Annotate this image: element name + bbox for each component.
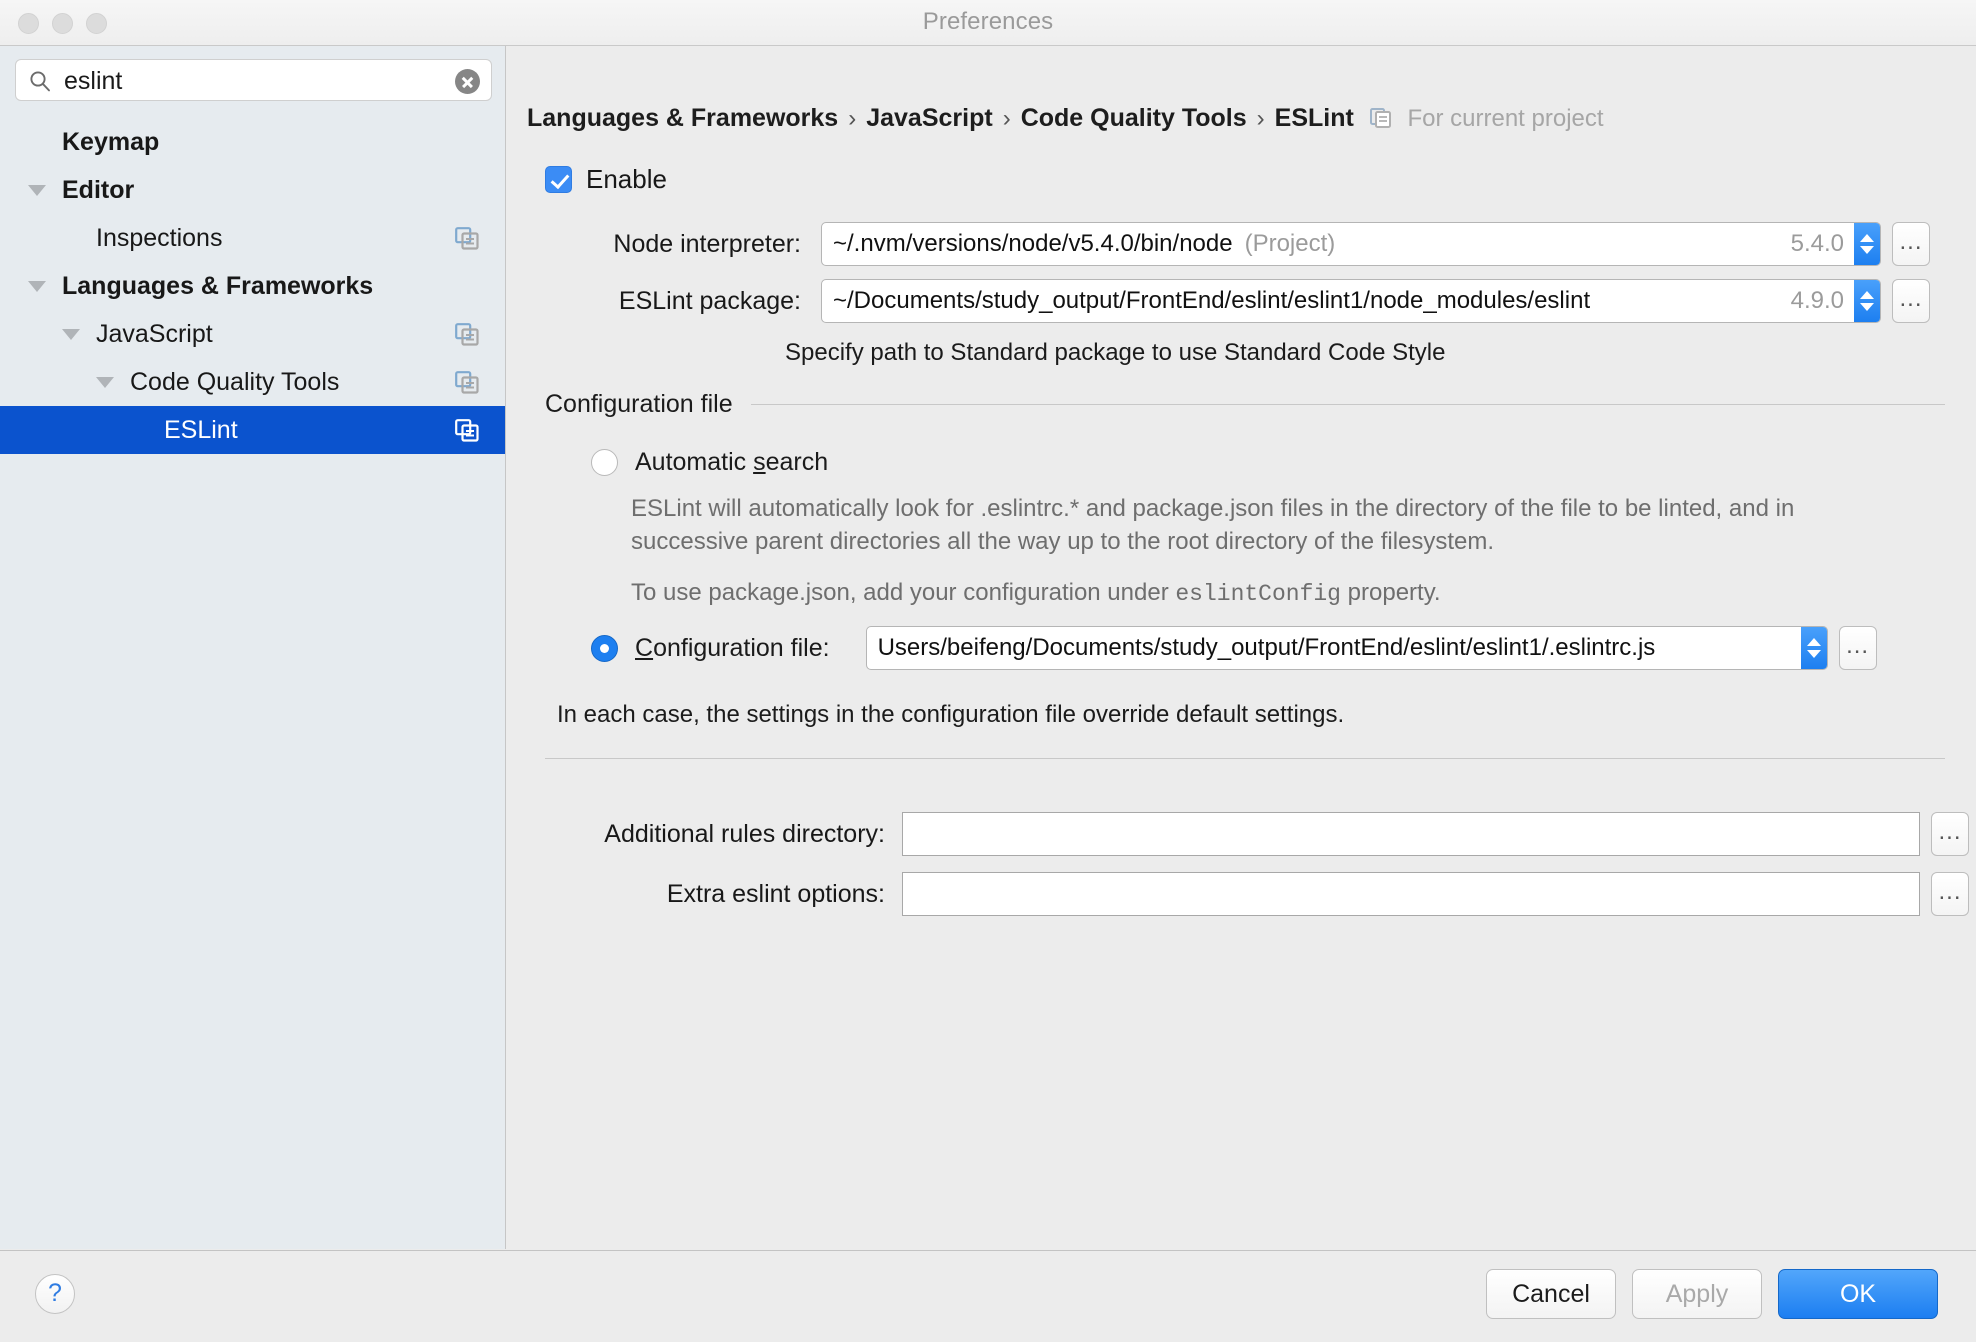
copy-settings-icon	[455, 323, 479, 346]
node-interpreter-suffix: (Project)	[1244, 230, 1336, 257]
configuration-file-value: Users/beifeng/Documents/study_output/Fro…	[877, 634, 1656, 661]
breadcrumb-separator: ›	[1002, 105, 1011, 132]
search-box[interactable]	[15, 59, 492, 102]
node-interpreter-row: Node interpreter: ~/.nvm/versions/node/v…	[545, 222, 1945, 266]
automatic-search-label: Automatic search	[635, 448, 829, 476]
node-interpreter-label: Node interpreter:	[613, 229, 801, 258]
sidebar-item-label: Code Quality Tools	[130, 367, 340, 396]
node-interpreter-version: 5.4.0	[1790, 230, 1844, 257]
sidebar-item-label: Editor	[62, 175, 135, 204]
sidebar-item-label: Languages & Frameworks	[62, 271, 374, 300]
sidebar-item-editor[interactable]: Editor	[0, 166, 505, 214]
package-json-note: To use package.json, add your configurat…	[631, 579, 1441, 607]
search-icon	[30, 71, 50, 92]
eslint-package-combo[interactable]: ~/Documents/study_output/FrontEnd/eslint…	[821, 279, 1881, 323]
settings-sidebar: Keymap Editor Inspections Languages & Frame…	[0, 46, 506, 1249]
breadcrumb-separator: ›	[1256, 105, 1265, 132]
eslint-package-label: ESLint package:	[618, 286, 801, 315]
sidebar-item-label: JavaScript	[96, 319, 213, 348]
footer-buttons: Cancel Apply OK	[1486, 1269, 1938, 1319]
settings-detail-panel: Languages & Frameworks › JavaScript › Co…	[507, 46, 1976, 1249]
sidebar-item-javascript[interactable]: JavaScript	[0, 310, 505, 358]
title-bar: Preferences	[0, 0, 1976, 46]
settings-tree: Keymap Editor Inspections Languages & Frame…	[0, 118, 505, 454]
preferences-dialog: Preferences Keymap Editor Inspections Langu…	[0, 0, 1976, 1342]
node-interpreter-stepper[interactable]	[1854, 223, 1880, 265]
extra-options-input[interactable]	[902, 872, 1920, 916]
breadcrumb-item-1[interactable]: JavaScript	[866, 104, 992, 133]
chevron-down-icon[interactable]	[96, 376, 114, 388]
additional-rules-browse-button[interactable]: ...	[1931, 812, 1969, 856]
configuration-file-radio[interactable]	[591, 634, 618, 662]
configuration-file-group-header: Configuration file	[545, 390, 1945, 419]
extra-options-browse-button[interactable]: ...	[1931, 872, 1969, 916]
project-scope-icon	[1369, 108, 1391, 128]
copy-settings-icon	[455, 371, 479, 394]
breadcrumb-separator: ›	[848, 105, 857, 132]
sidebar-item-languages-frameworks[interactable]: Languages & Frameworks	[0, 262, 505, 310]
sidebar-item-label: ESLint	[164, 415, 238, 444]
eslint-package-row: ESLint package: ~/Documents/study_output…	[545, 279, 1945, 323]
help-button[interactable]: ?	[35, 1274, 75, 1314]
window-title: Preferences	[922, 8, 1054, 35]
copy-settings-icon	[455, 419, 479, 442]
apply-button[interactable]: Apply	[1632, 1269, 1762, 1319]
sidebar-item-label: Inspections	[96, 223, 223, 252]
clear-search-icon[interactable]	[455, 69, 480, 94]
scope-note-label: For current project	[1407, 105, 1604, 132]
eslint-package-value: ~/Documents/study_output/FrontEnd/eslint…	[833, 287, 1591, 314]
section-divider	[545, 758, 1945, 759]
enable-row[interactable]: Enable	[545, 164, 667, 195]
node-interpreter-combo[interactable]: ~/.nvm/versions/node/v5.4.0/bin/node (Pr…	[821, 222, 1881, 266]
automatic-search-description: ESLint will automatically look for .esli…	[631, 495, 1795, 555]
override-note: In each case, the settings in the config…	[557, 701, 1345, 728]
additional-rules-row: Additional rules directory: ...	[545, 812, 1969, 856]
configuration-file-row[interactable]: Configuration file: Users/beifeng/Docume…	[591, 626, 1877, 670]
breadcrumb-item-2[interactable]: Code Quality Tools	[1021, 104, 1247, 133]
scope-note: For current project	[1369, 105, 1604, 133]
additional-rules-label: Additional rules directory:	[604, 819, 885, 848]
breadcrumb: Languages & Frameworks › JavaScript › Co…	[527, 104, 1604, 133]
automatic-search-radio[interactable]	[591, 449, 618, 476]
extra-options-label: Extra eslint options:	[666, 879, 885, 908]
sidebar-item-code-quality-tools[interactable]: Code Quality Tools	[0, 358, 505, 406]
copy-settings-icon	[455, 227, 479, 250]
chevron-down-icon[interactable]	[28, 184, 46, 196]
configuration-file-stepper[interactable]	[1800, 627, 1827, 669]
configuration-file-label: Configuration file:	[635, 633, 830, 662]
chevron-down-icon[interactable]	[62, 328, 80, 340]
configuration-file-browse-button[interactable]: ...	[1838, 626, 1877, 670]
cancel-button[interactable]: Cancel	[1486, 1269, 1616, 1319]
sidebar-item-label: Keymap	[62, 127, 160, 156]
eslint-package-version: 4.9.0	[1790, 287, 1844, 314]
node-interpreter-value: ~/.nvm/versions/node/v5.4.0/bin/node	[833, 230, 1233, 257]
enable-checkbox[interactable]	[545, 166, 572, 193]
sidebar-item-keymap[interactable]: Keymap	[0, 118, 505, 166]
group-divider	[750, 404, 1945, 405]
extra-options-row: Extra eslint options: ...	[545, 872, 1969, 916]
chevron-down-icon[interactable]	[28, 280, 46, 292]
eslint-package-stepper[interactable]	[1854, 280, 1880, 322]
automatic-search-row[interactable]: Automatic search	[591, 448, 828, 477]
configuration-file-group-title: Configuration file	[545, 390, 733, 418]
sidebar-item-eslint[interactable]: ESLint	[0, 406, 505, 454]
eslint-package-browse-button[interactable]: ...	[1892, 279, 1930, 323]
node-interpreter-browse-button[interactable]: ...	[1892, 222, 1930, 266]
search-input[interactable]	[62, 60, 451, 102]
enable-label: Enable	[586, 164, 667, 194]
package-hint: Specify path to Standard package to use …	[785, 339, 1446, 366]
breadcrumb-item-0[interactable]: Languages & Frameworks	[527, 104, 838, 133]
ok-button[interactable]: OK	[1778, 1269, 1938, 1319]
additional-rules-input[interactable]	[902, 812, 1920, 856]
breadcrumb-item-3[interactable]: ESLint	[1275, 104, 1354, 133]
dialog-footer: ? Cancel Apply OK	[0, 1250, 1976, 1342]
configuration-file-combo[interactable]: Users/beifeng/Documents/study_output/Fro…	[865, 626, 1828, 670]
sidebar-item-inspections[interactable]: Inspections	[0, 214, 505, 262]
